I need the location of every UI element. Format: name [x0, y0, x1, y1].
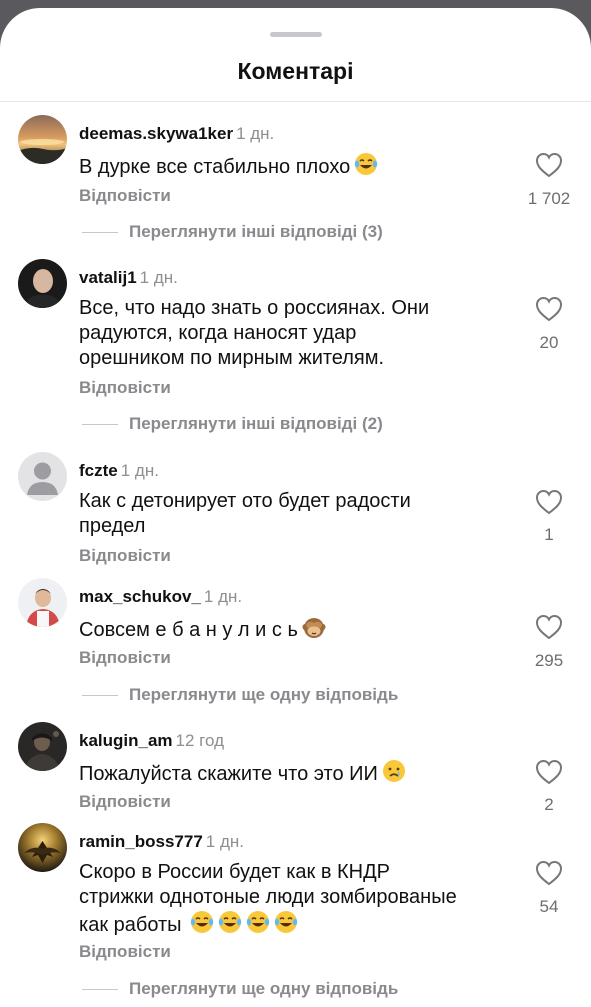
heart-icon[interactable] [535, 296, 563, 322]
reply-button[interactable]: Відповісти [79, 186, 171, 206]
avatar-ramin[interactable] [18, 823, 67, 872]
see-no-evil-monkey-emoji [302, 615, 326, 639]
thread-line [82, 232, 118, 233]
comment-text: Совсем е б а н у л и с ь [79, 615, 519, 643]
laughing-tears-emoji [190, 910, 214, 934]
like-count: 1 702 [527, 189, 571, 208]
heart-icon[interactable] [535, 489, 563, 515]
thread-line [82, 695, 118, 696]
laughing-tears-emoji [218, 910, 242, 934]
heart-icon[interactable] [535, 860, 563, 886]
heart-icon[interactable] [535, 152, 563, 178]
comment-meta: deemas.skywa1ker 1 дн. [79, 124, 274, 144]
like-count: 295 [534, 651, 564, 670]
comment-text-line: Скоро в России будет как в КНДР [79, 861, 390, 883]
reply-button[interactable]: Відповісти [79, 546, 171, 566]
reply-button[interactable]: Відповісти [79, 648, 171, 668]
reply-button[interactable]: Відповісти [79, 942, 171, 962]
comment-username[interactable]: vatalij1 [79, 268, 137, 287]
comment-text-line: радуются, когда наносят удар [79, 322, 357, 344]
comments-sheet: Коментарі deemas.skywa1ker 1 дн. В дурке … [0, 8, 591, 1007]
comment-text: Скоро в России будет как в КНДР стрижки … [79, 860, 519, 938]
comment-meta: ramin_boss777 1 дн. [79, 832, 244, 852]
comment-time: 1 дн. [205, 832, 245, 851]
comment-text-line: Как с детонирует ото будет радости [79, 490, 411, 512]
view-replies-label: Переглянути ще одну відповідь [129, 685, 399, 704]
view-replies-label: Переглянути інші відповіді (2) [129, 414, 383, 433]
comment-text: В дурке все стабильно плохо [79, 152, 519, 180]
avatar-max[interactable] [18, 578, 67, 627]
heart-icon[interactable] [535, 759, 563, 785]
reply-button[interactable]: Відповісти [79, 792, 171, 812]
comment-time: 1 дн. [120, 461, 159, 480]
thread-line [82, 424, 118, 425]
laughing-tears-emoji [354, 152, 378, 176]
crying-face-emoji [382, 759, 406, 783]
comment-username[interactable]: deemas.skywa1ker [79, 124, 233, 143]
comment-time: 1 дн. [203, 587, 243, 606]
comment-meta: vatalij1 1 дн. [79, 268, 178, 288]
heart-icon[interactable] [535, 614, 563, 640]
comment-username[interactable]: max_schukov_ [79, 587, 201, 606]
sheet-title: Коментарі [237, 58, 354, 84]
comment-text-line: предел [79, 515, 146, 537]
thread-line [82, 989, 118, 990]
comment-time: 12 год [175, 731, 225, 750]
comment-time: 1 дн. [236, 124, 275, 143]
avatar-deemas[interactable] [18, 115, 67, 164]
comment-username[interactable]: fczte [79, 461, 118, 480]
comment-meta: max_schukov_ 1 дн. [79, 587, 242, 607]
comment-time: 1 дн. [139, 268, 178, 287]
header-divider [0, 101, 591, 102]
comment-meta: kalugin_am 12 год [79, 731, 224, 751]
sheet-grabber[interactable] [270, 32, 322, 37]
reply-button[interactable]: Відповісти [79, 378, 171, 398]
comment-text-line: Все, что надо знать о россиянах. Они [79, 297, 430, 319]
laughing-tears-emoji [274, 910, 298, 934]
comment-text-line: Совсем е б а н у л и с ь [79, 619, 298, 641]
comment-text-line: как работы [79, 914, 182, 936]
laughing-tears-emoji [246, 910, 270, 934]
comment-meta: fczte 1 дн. [79, 461, 159, 481]
avatar-kalugin[interactable] [18, 722, 67, 771]
view-replies-label: Переглянути інші відповіді (3) [129, 222, 383, 241]
like-count: 20 [539, 333, 559, 352]
avatar-vatalij[interactable] [18, 259, 67, 308]
comment-text-line: В дурке все стабильно плохо [79, 156, 351, 178]
like-count: 2 [544, 795, 554, 814]
view-replies-label: Переглянути ще одну відповідь [129, 979, 399, 998]
comment-username[interactable]: ramin_boss777 [79, 832, 203, 851]
comment-text-line: Пожалуйста скажите что это ИИ [79, 763, 378, 785]
like-count: 1 [544, 525, 554, 544]
avatar-fczte-default[interactable] [18, 452, 67, 501]
comment-text: Пожалуйста скажите что это ИИ [79, 759, 519, 787]
comment-text-line: стрижки однотоные люди зомбированые [79, 886, 457, 908]
comment-username[interactable]: kalugin_am [79, 731, 173, 750]
comment-text-line: орешником по мирным жителям. [79, 347, 385, 369]
comment-text: Как с детонирует ото будет радости преде… [79, 489, 519, 539]
comment-text: Все, что надо знать о россиянах. Они рад… [79, 296, 519, 371]
like-count: 54 [539, 897, 559, 916]
